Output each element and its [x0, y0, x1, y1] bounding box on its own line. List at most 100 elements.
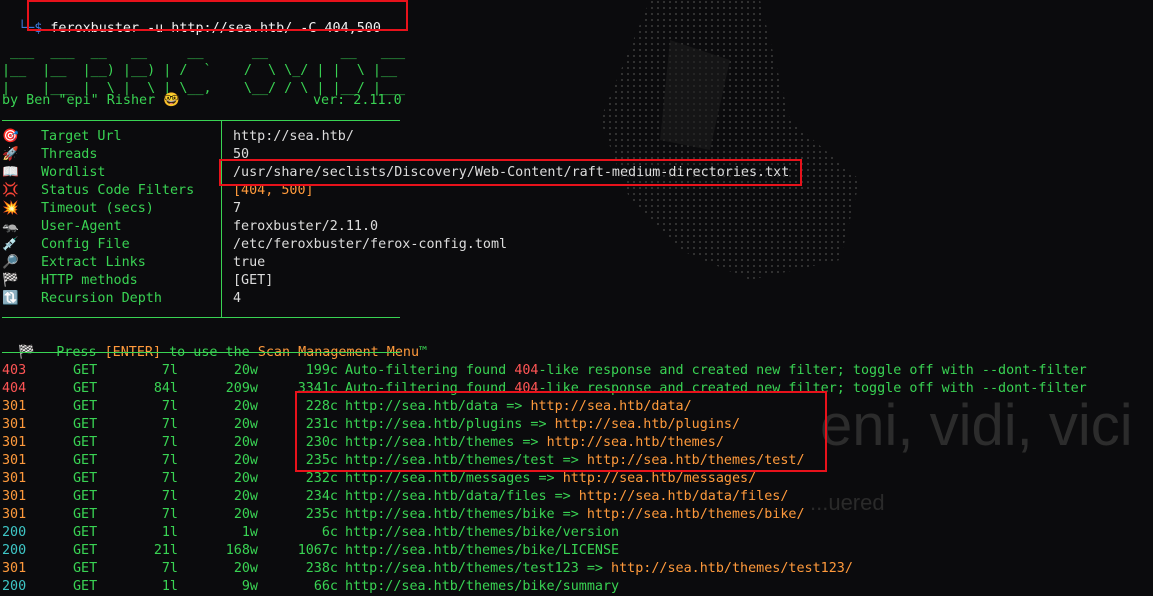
result-url[interactable]: http://sea.htb/themes/test123	[345, 561, 579, 576]
config-label: User-Agent	[41, 219, 122, 234]
char-count: 232c	[305, 471, 338, 486]
filter-message-pre: Auto-filtering found	[345, 363, 515, 378]
recursion-icon: 🔃	[2, 291, 19, 306]
status-code: 404	[2, 381, 27, 396]
book-icon: 📖	[2, 165, 19, 180]
word-count: 20w	[233, 363, 258, 378]
line-count: 7l	[161, 417, 178, 432]
line-count: 7l	[161, 561, 178, 576]
status-code: 301	[2, 507, 27, 522]
result-url[interactable]: http://sea.htb/themes/bike/LICENSE	[345, 543, 619, 558]
status-code: 301	[2, 453, 27, 468]
word-count: 20w	[233, 417, 258, 432]
word-count: 20w	[233, 561, 258, 576]
config-row: 🏁 HTTP methods [GET]	[2, 272, 273, 290]
banner-version: ver: 2.11.0	[313, 93, 402, 108]
config-row: 🔃 Recursion Depth 4	[2, 290, 241, 308]
http-method: GET	[73, 399, 98, 414]
flag-icon: 🏁	[2, 273, 19, 288]
word-count: 9w	[241, 579, 258, 594]
result-row: 301 GET 7l 20w 235c http://sea.htb/themes/bik…	[2, 506, 1152, 524]
config-row: 📖 Wordlist/usr/share/seclists/Discovery/W…	[2, 164, 789, 182]
config-value: http://sea.htb/	[233, 129, 354, 144]
status-code: 301	[2, 489, 27, 504]
config-label: Timeout (secs)	[41, 201, 154, 216]
rocket-icon: 🚀	[2, 147, 19, 162]
config-column-divider	[221, 121, 222, 317]
line-count: 84l	[153, 381, 178, 396]
result-message: http://sea.htb/data/files => http://sea.…	[345, 488, 788, 506]
result-message: http://sea.htb/themes/test123 => http://…	[345, 560, 853, 578]
divider-top	[2, 120, 400, 121]
redirect-arrow: =>	[554, 507, 587, 522]
line-count: 7l	[161, 489, 178, 504]
banner-art-line-2: |__ |__ |__) |__) | / ` / \ \_/ | | \ |_…	[2, 63, 398, 78]
word-count: 20w	[233, 489, 258, 504]
result-message: Auto-filtering found 404-like response a…	[345, 362, 1087, 380]
http-method: GET	[73, 561, 98, 576]
char-count: 199c	[305, 363, 338, 378]
redirect-url[interactable]: http://sea.htb/messages/	[563, 471, 756, 486]
word-count: 1w	[241, 525, 258, 540]
status-code: 200	[2, 525, 27, 540]
result-url[interactable]: http://sea.htb/themes/bike/summary	[345, 579, 619, 594]
config-value: true	[233, 255, 266, 270]
redirect-arrow: =>	[578, 561, 612, 576]
char-count: 66c	[313, 579, 338, 594]
banner-author: by Ben "epi" Risher 🤓	[2, 93, 180, 108]
result-url[interactable]: http://sea.htb/themes/bike	[345, 507, 555, 522]
collision-icon: 💥	[2, 201, 19, 216]
config-label: Threads	[41, 147, 98, 162]
magnifier-icon: 🔎	[2, 255, 19, 270]
char-count: 234c	[305, 489, 338, 504]
result-url[interactable]: http://sea.htb/messages	[345, 471, 530, 486]
result-url[interactable]: http://sea.htb/data/files	[345, 489, 547, 504]
anger-icon: 💢	[2, 183, 19, 198]
http-method: GET	[73, 543, 98, 558]
word-count: 20w	[233, 507, 258, 522]
result-message: http://sea.htb/themes/bike/version	[345, 524, 619, 542]
config-label: HTTP methods	[41, 273, 138, 288]
config-label: Extract Links	[41, 255, 146, 270]
redirect-url[interactable]: http://sea.htb/themes/bike/	[587, 507, 805, 522]
syringe-icon: 💉	[2, 237, 19, 252]
result-row: 200 GET 1l 9w 66c http://sea.htb/themes/bike/…	[2, 578, 1152, 596]
menu-hint: 🏁 Press [ENTER] to use the Scan Manageme…	[2, 326, 427, 360]
word-count: 20w	[233, 435, 258, 450]
divider-bottom	[2, 352, 400, 353]
divider-mid	[2, 317, 400, 318]
http-method: GET	[73, 363, 98, 378]
result-row: 301 GET 7l 20w 238c http://sea.htb/themes/tes…	[2, 560, 1152, 578]
status-code: 301	[2, 435, 27, 450]
config-label: Config File	[41, 237, 130, 252]
status-code: 200	[2, 579, 27, 594]
status-code: 301	[2, 471, 27, 486]
highlight-command	[27, 0, 408, 31]
config-value: 4	[233, 291, 242, 306]
char-count: 235c	[305, 507, 338, 522]
redirect-url[interactable]: http://sea.htb/themes/test123/	[611, 561, 853, 576]
redirect-url[interactable]: http://sea.htb/data/files/	[579, 489, 789, 504]
config-label: Recursion Depth	[41, 291, 162, 306]
config-row: 🔎 Extract Links true	[2, 254, 265, 272]
highlight-results	[295, 391, 827, 472]
config-value: 7	[233, 201, 242, 216]
http-method: GET	[73, 525, 98, 540]
word-count: 20w	[233, 399, 258, 414]
char-count: 238c	[305, 561, 338, 576]
line-count: 1l	[161, 525, 178, 540]
result-row: 200 GET 1l 1w 6c http://sea.htb/themes/bike/v…	[2, 524, 1152, 542]
result-row: 301 GET 7l 20w 234c http://sea.htb/data/files…	[2, 488, 1152, 506]
config-value: /etc/feroxbuster/ferox-config.toml	[233, 237, 508, 252]
http-method: GET	[73, 453, 98, 468]
result-url[interactable]: http://sea.htb/themes/bike/version	[345, 525, 619, 540]
result-row: 403 GET 7l 20w 199c Auto-filtering found 404-…	[2, 362, 1152, 380]
line-count: 7l	[161, 363, 178, 378]
banner-art-line-1: ___ ___ __ __ __ __ __ ___	[2, 45, 406, 60]
result-row: 301 GET 7l 20w 232c http://sea.htb/messages =…	[2, 470, 1152, 488]
status-code: 403	[2, 363, 27, 378]
line-count: 7l	[161, 435, 178, 450]
highlight-wordlist	[219, 159, 802, 186]
http-method: GET	[73, 417, 98, 432]
status-code: 301	[2, 399, 27, 414]
